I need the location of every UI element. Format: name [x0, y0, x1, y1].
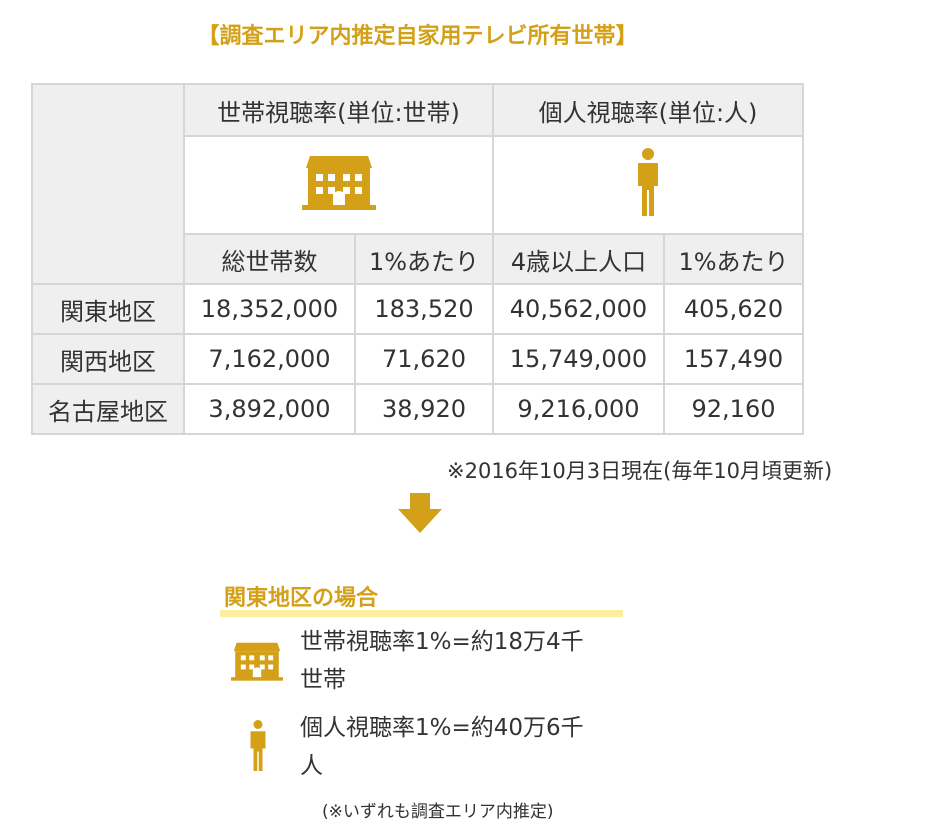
region-label: 名古屋地区 [31, 383, 185, 435]
footnote: (※いずれも調査エリア内推定) [322, 802, 554, 822]
house-icon [231, 642, 283, 681]
person-icon [638, 148, 658, 216]
table-row: 名古屋地区 3,892,000 38,920 9,216,000 92,160 [31, 383, 804, 435]
table-cell: 183,520 [354, 283, 494, 335]
individual-rating-header: 個人視聴率(単位:人) [492, 83, 804, 137]
individual-icon-cell [492, 135, 804, 235]
region-label: 関西地区 [31, 333, 185, 385]
house-icon [301, 156, 376, 210]
subheader-total-households: 総世帯数 [183, 233, 356, 285]
table-cell: 3,892,000 [183, 383, 356, 435]
kanto-heading-text: 関東地区の場合 [224, 586, 379, 611]
table-cell: 9,216,000 [492, 383, 665, 435]
table-cell: 157,490 [663, 333, 804, 385]
table-cell: 92,160 [663, 383, 804, 435]
table-cell: 71,620 [354, 333, 494, 385]
subheader-individual-per-percent: 1%あたり [663, 233, 804, 285]
household-rating-header: 世帯視聴率(単位:世帯) [183, 83, 494, 137]
kanto-heading: 関東地区の場合 [220, 580, 623, 617]
household-icon-cell [183, 135, 494, 235]
arrow-down-icon [398, 493, 442, 533]
household-summary-line2: 世帯 [300, 667, 346, 693]
table-cell: 7,162,000 [183, 333, 356, 385]
update-note: ※2016年10月3日現在(毎年10月頃更新) [447, 459, 833, 483]
person-icon [250, 720, 266, 771]
table-cell: 38,920 [354, 383, 494, 435]
subheader-population-4plus: 4歳以上人口 [492, 233, 665, 285]
table-cell: 18,352,000 [183, 283, 356, 335]
table-cell: 405,620 [663, 283, 804, 335]
table-row: 関西地区 7,162,000 71,620 15,749,000 157,490 [31, 333, 804, 385]
individual-summary-line2: 人 [300, 753, 323, 779]
region-label: 関東地区 [31, 283, 185, 335]
individual-summary-line1: 個人視聴率1%=約40万6千 [300, 715, 584, 741]
table-corner [31, 83, 185, 285]
subheader-household-per-percent: 1%あたり [354, 233, 494, 285]
table-cell: 15,749,000 [492, 333, 665, 385]
table-row: 関東地区 18,352,000 183,520 40,562,000 405,6… [31, 283, 804, 335]
page-title: 【調査エリア内推定自家用テレビ所有世帯】 [197, 24, 638, 49]
audience-table: 世帯視聴率(単位:世帯) 個人視聴率(単位:人) 総世帯数 1%あたり 4歳以上… [31, 83, 804, 435]
household-summary-line1: 世帯視聴率1%=約18万4千 [300, 629, 584, 655]
table-cell: 40,562,000 [492, 283, 665, 335]
